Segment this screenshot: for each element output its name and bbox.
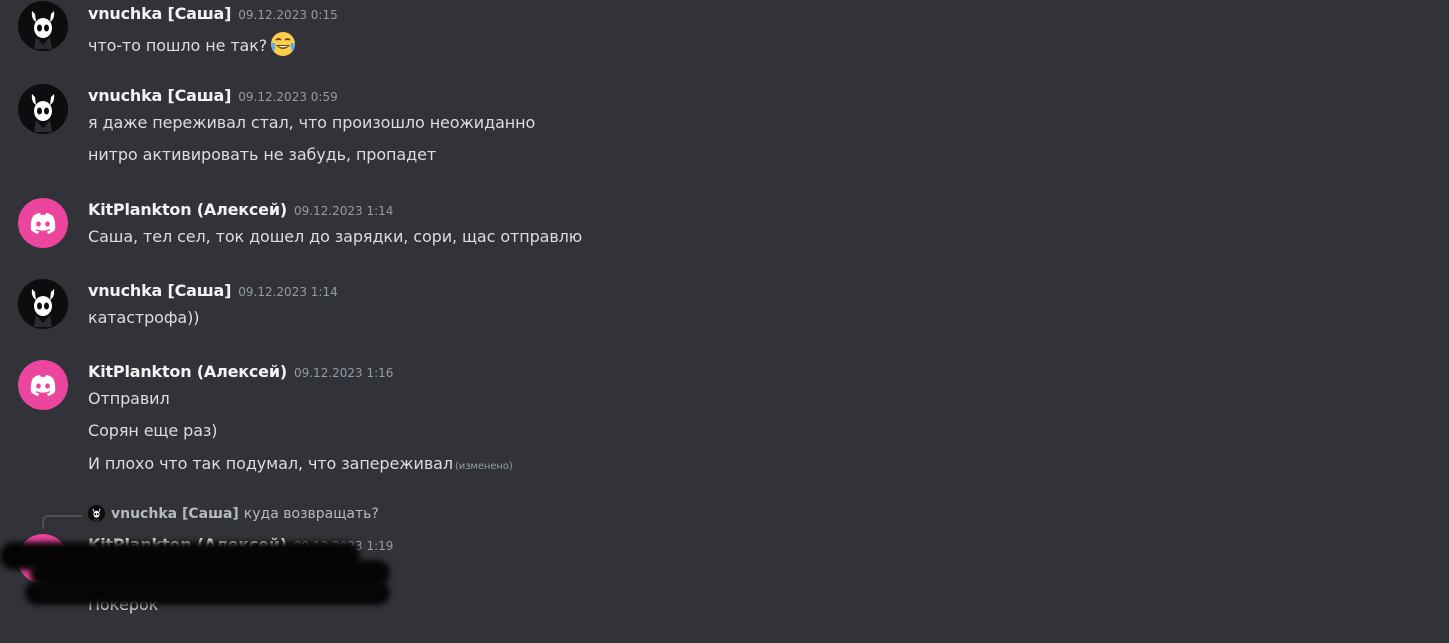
reply-connector — [42, 515, 82, 529]
message-text: я даже переживал стал, что произошло нео… — [88, 113, 536, 132]
reply-avatar — [88, 505, 105, 522]
message-text: катастрофа)) — [88, 308, 200, 327]
reply-username[interactable]: vnuchka [Саша] — [111, 506, 239, 522]
username[interactable]: vnuchka [Саша] — [88, 86, 231, 105]
hollow-knight-icon — [18, 1, 68, 51]
discord-logo-icon — [18, 360, 68, 410]
avatar[interactable] — [18, 84, 68, 134]
avatar[interactable] — [18, 198, 68, 248]
joy-emoji-icon — [270, 31, 296, 61]
username[interactable]: vnuchka [Саша] — [88, 281, 231, 300]
timestamp: 09.12.2023 0:59 — [238, 90, 338, 104]
avatar[interactable] — [18, 279, 68, 329]
username[interactable]: KitPlankton (Алексей) — [88, 362, 287, 381]
username[interactable]: KitPlankton (Алексей) — [88, 200, 287, 219]
timestamp: 09.12.2023 1:16 — [293, 366, 394, 380]
hollow-knight-icon — [18, 279, 68, 329]
message-text: Сорян еще раз) — [88, 421, 218, 440]
hollow-knight-icon — [18, 84, 68, 134]
message-text: Саша, тел сел, ток дошел до зарядки, сор… — [88, 227, 583, 246]
timestamp: 09.12.2023 0:15 — [238, 8, 338, 22]
reply-text: куда возвращать? — [243, 506, 379, 522]
edited-label: (изменено) — [455, 461, 513, 472]
timestamp: 09.12.2023 1:14 — [293, 204, 394, 218]
discord-logo-icon — [18, 198, 68, 248]
message-text: Отправил — [88, 389, 170, 408]
avatar[interactable] — [18, 360, 68, 410]
message-text: нитро активировать не забудь, пропадет — [88, 145, 437, 164]
message-text: что-то пошло не так? — [88, 31, 296, 61]
message-text: И плохо что так подумал, что запереживал… — [88, 454, 513, 473]
hollow-knight-icon — [88, 505, 105, 522]
username[interactable]: vnuchka [Саша] — [88, 4, 231, 23]
avatar[interactable] — [18, 1, 68, 51]
reply-preview[interactable]: vnuchka [Саша] куда возвращать? — [88, 505, 379, 522]
redaction-mark — [25, 581, 390, 605]
timestamp: 09.12.2023 1:14 — [238, 285, 338, 299]
